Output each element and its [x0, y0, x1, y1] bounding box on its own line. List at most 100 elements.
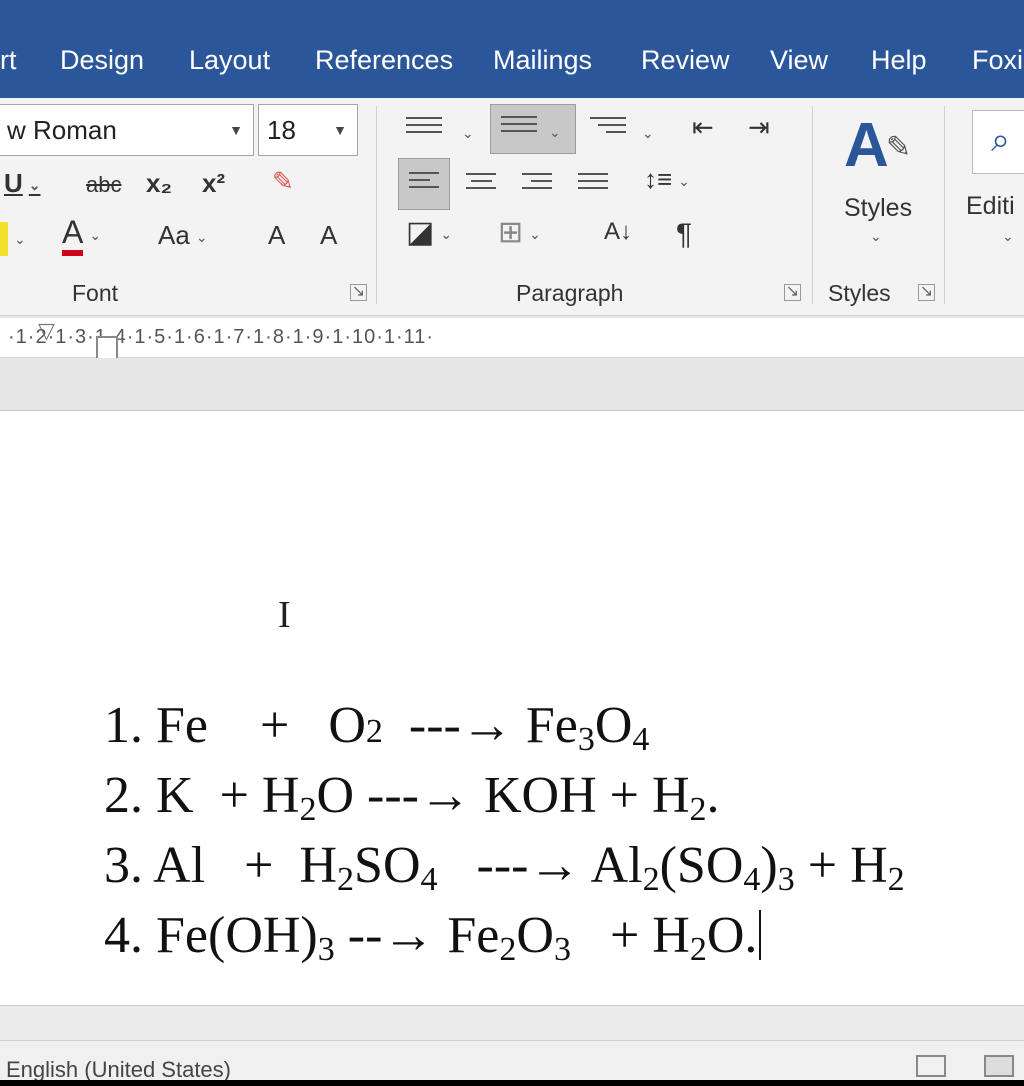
- tab-view[interactable]: View: [770, 45, 828, 76]
- list-number: 4.: [104, 907, 143, 964]
- font-color-button[interactable]: A ⌄: [62, 214, 102, 256]
- bullets-icon[interactable]: [406, 112, 442, 138]
- chevron-down-icon[interactable]: ▼: [333, 105, 347, 155]
- formula-text: +: [596, 907, 653, 964]
- brush-icon: ✎: [886, 131, 912, 164]
- formula-text: Fe: [447, 907, 500, 964]
- tab-layout[interactable]: Layout: [189, 45, 270, 76]
- align-right-icon[interactable]: [522, 168, 552, 194]
- show-hide-pilcrow-icon[interactable]: ¶: [676, 220, 692, 250]
- underline-label: U: [4, 168, 23, 198]
- font-name-value: w Roman: [7, 115, 117, 145]
- font-color-label: A: [62, 214, 84, 256]
- subscript-text: 3: [317, 931, 335, 968]
- subscript-button[interactable]: x₂: [146, 170, 172, 196]
- equation-line-4[interactable]: 4. Fe(OH)3 --→ Fe2O3 + H2O.: [52, 847, 762, 1028]
- tab-foxit[interactable]: Foxi: [972, 45, 1023, 76]
- tab-design[interactable]: Design: [60, 45, 144, 76]
- align-center-icon[interactable]: [466, 168, 496, 194]
- line-spacing-icon[interactable]: ↕≡ ⌄: [644, 166, 690, 192]
- first-line-indent-marker-icon[interactable]: ▽: [38, 318, 55, 344]
- formula-text: H: [652, 907, 690, 964]
- sort-icon[interactable]: A↓: [604, 220, 632, 244]
- font-group-label: Font: [72, 280, 119, 306]
- shrink-font-button[interactable]: A: [320, 222, 337, 248]
- paragraph-dialog-launcher-icon[interactable]: ↘: [784, 284, 801, 301]
- decrease-indent-icon[interactable]: ⇤: [692, 114, 714, 140]
- formula-text: Fe(OH): [156, 907, 318, 964]
- highlight-swatch: [0, 222, 8, 256]
- screen-edge: [0, 1080, 1024, 1086]
- highlight-color-button[interactable]: ⌄: [0, 222, 26, 256]
- read-mode-icon[interactable]: [916, 1055, 946, 1077]
- grow-font-button[interactable]: A: [268, 222, 285, 248]
- tab-references[interactable]: References: [315, 45, 453, 76]
- page-margin-area: [0, 1006, 1024, 1040]
- paragraph-group-label: Paragraph: [516, 280, 624, 306]
- borders-icon[interactable]: ⊞ ⌄: [498, 218, 541, 248]
- subscript-text: 3: [777, 861, 795, 898]
- arrow-text: --→: [334, 907, 448, 964]
- chevron-down-icon: ⌄: [870, 228, 882, 244]
- strikethrough-button[interactable]: abc: [86, 174, 121, 196]
- underline-button[interactable]: U ⌄: [4, 170, 41, 196]
- editing-button-label[interactable]: Editi: [966, 192, 1015, 221]
- chevron-down-icon: ⌄: [549, 124, 561, 141]
- text-caret: [759, 910, 762, 960]
- search-icon: ⌕: [991, 121, 1011, 159]
- font-size-value: 18: [267, 115, 296, 145]
- numbering-icon: [501, 111, 537, 137]
- status-bar: English (United States): [0, 1040, 1024, 1082]
- clear-formatting-icon[interactable]: ✎: [272, 168, 294, 194]
- styles-button-label: Styles: [844, 194, 913, 222]
- ribbon-divider: [944, 106, 945, 304]
- font-dialog-launcher-icon[interactable]: ↘: [350, 284, 367, 301]
- subscript-text: 2: [887, 861, 905, 898]
- page-margin-area: [0, 358, 1024, 410]
- ribbon-divider: [376, 106, 377, 304]
- styles-group-label: Styles: [828, 280, 891, 306]
- find-button[interactable]: ⌕: [972, 110, 1024, 174]
- document-page[interactable]: I 1. Fe + O2 ---→ Fe3O4 2. K + H2O ---→ …: [0, 410, 1024, 1006]
- chevron-down-icon: ⌄: [28, 177, 41, 194]
- ribbon: w Roman ▼ 18 ▼ U ⌄ abc x₂ x² ✎ ⌄ A ⌄ Aa ⌄ A…: [0, 98, 1024, 316]
- horizontal-ruler[interactable]: ·1·2·1·3·1·4·1·5·1·6·1·7·1·8·1·9·1·10·1·…: [0, 318, 1024, 366]
- chevron-down-icon[interactable]: ⌄: [636, 118, 654, 144]
- formula-text: ): [760, 837, 778, 894]
- subscript-text: 2: [689, 931, 707, 968]
- chevron-down-icon[interactable]: ⌄: [1002, 228, 1014, 245]
- tab-help[interactable]: Help: [871, 45, 927, 76]
- chevron-down-icon[interactable]: ⌄: [456, 118, 474, 144]
- chevron-down-icon[interactable]: ▼: [229, 105, 243, 155]
- ribbon-tab-bar: rt Design Layout References Mailings Rev…: [0, 0, 1024, 98]
- tab-review[interactable]: Review: [641, 45, 730, 76]
- numbering-button[interactable]: ⌄: [490, 104, 576, 154]
- ruler-marks: ·1·2·1·3·1·4·1·5·1·6·1·7·1·8·1·9·1·10·1·…: [8, 326, 435, 348]
- shading-icon[interactable]: ◪ ⌄: [406, 218, 452, 248]
- chevron-down-icon: ⌄: [14, 231, 26, 247]
- formula-text: O: [516, 907, 554, 964]
- align-left-icon: [409, 167, 439, 193]
- change-case-button[interactable]: Aa ⌄: [158, 222, 208, 248]
- justify-icon[interactable]: [578, 168, 608, 194]
- subscript-text: 2: [499, 931, 517, 968]
- tab-insert[interactable]: rt: [0, 45, 17, 76]
- superscript-button[interactable]: x²: [202, 170, 225, 196]
- chevron-down-icon: ⌄: [89, 226, 102, 243]
- styles-icon: A: [844, 111, 889, 180]
- subscript-text: 3: [553, 931, 571, 968]
- increase-indent-icon[interactable]: ⇥: [748, 114, 770, 140]
- align-left-button[interactable]: [398, 158, 450, 210]
- change-case-label: Aa: [158, 220, 190, 250]
- font-size-combo[interactable]: 18 ▼: [258, 104, 358, 156]
- styles-button[interactable]: A ✎ Styles ⌄: [836, 110, 916, 270]
- formula-text: O.: [706, 907, 758, 964]
- print-layout-icon[interactable]: [984, 1055, 1014, 1077]
- styles-dialog-launcher-icon[interactable]: ↘: [918, 284, 935, 301]
- multilevel-list-icon[interactable]: [590, 112, 626, 138]
- font-name-combo[interactable]: w Roman ▼: [0, 104, 254, 156]
- ribbon-divider: [812, 106, 813, 304]
- chevron-down-icon: ⌄: [195, 229, 208, 246]
- formula-text: +: [794, 837, 851, 894]
- tab-mailings[interactable]: Mailings: [493, 45, 592, 76]
